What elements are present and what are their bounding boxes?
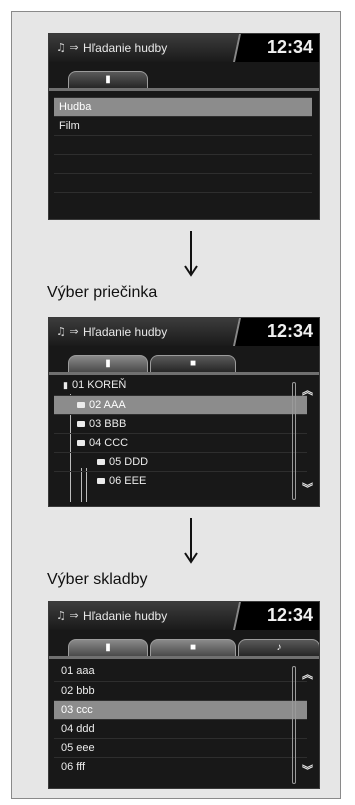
tree-item-label: 02 AAA (89, 399, 126, 411)
tree-item-label: 04 CCC (89, 437, 129, 449)
caption-track-selection: Výber skladby (47, 571, 148, 588)
folder-icon: ■ (189, 358, 197, 369)
track-label: 01 aaa (61, 665, 95, 677)
tree-item-root[interactable]: ▮ 01 KOREŇ (54, 376, 307, 395)
screen-title: Hľadanie hudby (83, 609, 168, 623)
tree-item-label: 05 DDD (109, 456, 149, 468)
list-item-film[interactable]: Film (54, 116, 312, 135)
tab-divider (49, 372, 319, 375)
tab-divider (49, 656, 319, 659)
tree-item-label: 03 BBB (89, 418, 127, 430)
tree-item-04-ccc[interactable]: 04 CCC (54, 433, 307, 452)
list-item-hudba[interactable]: Hudba (54, 97, 312, 116)
list-item-empty (54, 135, 312, 154)
music-search-screen-1: ♫ ⇒ Hľadanie hudby 12:34 ▮ Hudba Film (48, 33, 320, 220)
instruction-panel: ♫ ⇒ Hľadanie hudby 12:34 ▮ Hudba Film Vý… (11, 11, 341, 799)
down-arrow-icon (184, 265, 198, 277)
track-item-06[interactable]: 06 fff (54, 757, 307, 776)
music-source-icon[interactable]: ♫ ⇒ (56, 609, 79, 622)
tree-item-03-bbb[interactable]: 03 BBB (54, 414, 307, 433)
usb-icon: ▮ (105, 74, 111, 85)
scrollbar[interactable] (292, 382, 296, 500)
folder-icon (97, 459, 105, 465)
track-item-02[interactable]: 02 bbb (54, 681, 307, 700)
list-item-empty (54, 154, 312, 173)
music-source-icon[interactable]: ♫ ⇒ (56, 41, 79, 54)
folder-tab[interactable]: ■ (150, 355, 236, 372)
folder-icon (77, 402, 85, 408)
track-label: 03 ccc (61, 704, 93, 716)
folder-icon (77, 440, 85, 446)
folder-icon (97, 478, 105, 484)
folder-tab[interactable]: ■ (150, 639, 236, 656)
track-label: 02 bbb (61, 685, 95, 697)
track-label: 06 fff (61, 761, 86, 773)
usb-icon: ▮ (105, 642, 111, 653)
music-note-icon: ♪ (276, 642, 282, 653)
scroll-up-icon[interactable]: ︽ (302, 382, 313, 398)
screen-header: ♫ ⇒ Hľadanie hudby 12:34 (49, 318, 319, 346)
music-tab[interactable]: ♪ (238, 639, 319, 656)
list-item-label: Film (59, 120, 80, 132)
tree-item-02-aaa[interactable]: 02 AAA (54, 395, 307, 414)
track-label: 05 eee (61, 742, 95, 754)
scrollbar[interactable] (292, 666, 296, 784)
track-item-04[interactable]: 04 ddd (54, 719, 307, 738)
down-arrow-icon (184, 552, 198, 564)
usb-tab[interactable]: ▮ (68, 639, 148, 656)
usb-icon: ▮ (63, 380, 68, 390)
tab-divider (49, 88, 319, 91)
music-source-icon[interactable]: ♫ ⇒ (56, 325, 79, 338)
scroll-up-icon[interactable]: ︽ (302, 666, 313, 682)
folder-icon (77, 421, 85, 427)
music-search-screen-3: ♫ ⇒ Hľadanie hudby 12:34 ▮ ■ ♪ 01 aaa 02… (48, 601, 320, 789)
scroll-down-icon[interactable]: ︾ (302, 480, 313, 496)
clock: 12:34 (266, 37, 313, 57)
usb-tab[interactable]: ▮ (68, 71, 148, 88)
music-search-screen-2: ♫ ⇒ Hľadanie hudby 12:34 ▮ ■ ▮ 01 KOREŇ 0… (48, 317, 320, 507)
clock: 12:34 (266, 605, 313, 625)
screen-title: Hľadanie hudby (83, 325, 168, 339)
tree-item-06-eee[interactable]: 06 EEE (54, 471, 307, 490)
tree-item-label: 06 EEE (109, 475, 147, 487)
caption-folder-selection: Výber priečinka (47, 284, 158, 301)
list-item-empty (54, 173, 312, 192)
folder-icon: ■ (189, 642, 197, 653)
tree-item-label: 01 KOREŇ (71, 379, 127, 391)
clock: 12:34 (266, 321, 313, 341)
scroll-down-icon[interactable]: ︾ (302, 762, 313, 778)
usb-tab[interactable]: ▮ (68, 355, 148, 372)
screen-header: ♫ ⇒ Hľadanie hudby 12:34 (49, 34, 319, 62)
track-item-05[interactable]: 05 eee (54, 738, 307, 757)
track-item-03[interactable]: 03 ccc (54, 700, 307, 719)
track-label: 04 ddd (61, 723, 95, 735)
usb-icon: ▮ (105, 358, 111, 369)
tree-item-05-ddd[interactable]: 05 DDD (54, 452, 307, 471)
screen-title: Hľadanie hudby (83, 41, 168, 55)
list-item-empty (54, 192, 312, 211)
list-item-label: Hudba (59, 101, 92, 113)
screen-header: ♫ ⇒ Hľadanie hudby 12:34 (49, 602, 319, 630)
track-item-01[interactable]: 01 aaa (54, 662, 307, 681)
